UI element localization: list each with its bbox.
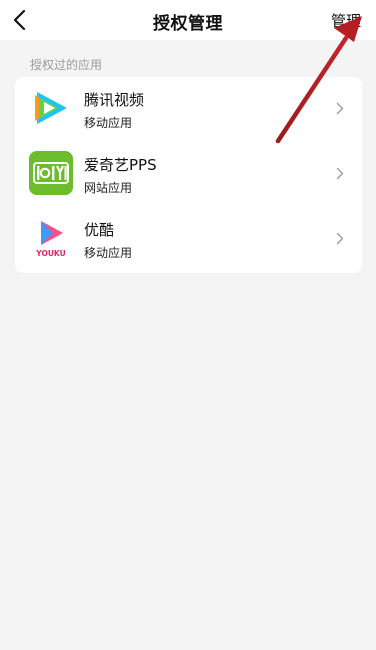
app-name: 腾讯视频 [84, 91, 145, 109]
chevron-right-icon [336, 167, 344, 180]
app-row-iqiyi[interactable]: 爱奇艺PPS 网站应用 [15, 142, 362, 207]
youku-icon-text: YOUKU [35, 249, 65, 258]
navigation-bar: 授权管理 管理 [0, 0, 376, 40]
app-name: 优酷 [84, 221, 115, 239]
app-name: 爱奇艺PPS [84, 156, 157, 174]
tencent-video-icon [29, 86, 73, 130]
page-title: 授权管理 [153, 14, 223, 34]
app-row-youku[interactable]: YOUKU 优酷 移动应用 [15, 207, 362, 272]
app-type: 移动应用 [84, 246, 133, 260]
app-type: 移动应用 [84, 116, 133, 130]
app-row-tencent-video[interactable]: 腾讯视频 移动应用 [15, 77, 362, 142]
authorized-apps-list: 腾讯视频 移动应用 爱奇艺PPS 网站应用 YOUKU 优酷 移动应用 [15, 77, 362, 273]
chevron-right-icon [336, 232, 344, 245]
youku-icon: YOUKU [29, 216, 73, 260]
chevron-right-icon [336, 102, 344, 115]
iqiyi-icon [29, 151, 73, 195]
manage-button[interactable]: 管理 [331, 10, 361, 31]
app-type: 网站应用 [84, 181, 133, 195]
section-label: 授权过的应用 [30, 58, 103, 72]
